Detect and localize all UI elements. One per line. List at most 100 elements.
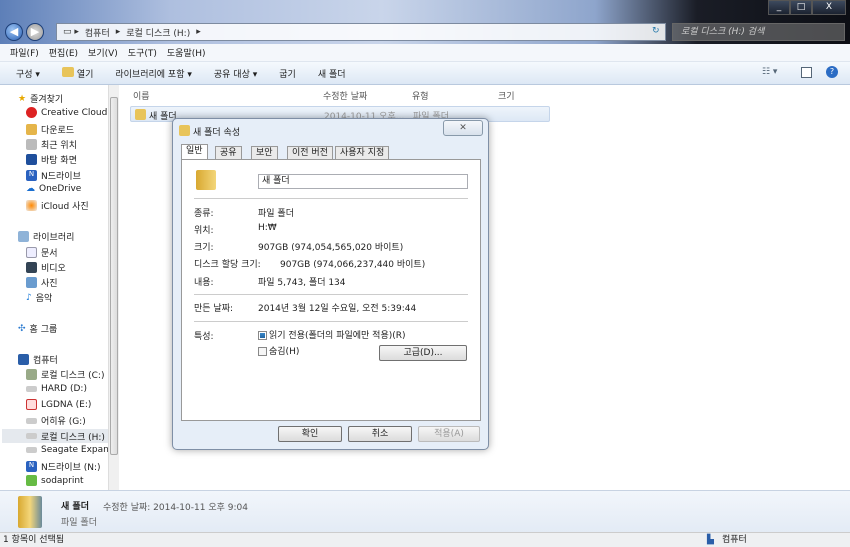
readonly-checkbox[interactable]: 읽기 전용(폴더의 파일에만 적용)(R) [258,328,406,341]
drive-icon [26,369,37,380]
nav-computer[interactable]: 컴퓨터 [18,353,58,366]
hidden-checkbox[interactable]: 숨김(H) [258,344,299,357]
menu-view[interactable]: 보기(V) [88,46,118,59]
forward-button[interactable]: ▶ [26,23,44,41]
status-bar: 1 항목이 선택됨 ▙ 컴퓨터 [0,532,850,547]
details-type: 파일 폴더 [61,518,97,528]
creative-cloud-icon [26,107,37,118]
nav-item[interactable]: 로컬 디스크 (C:) [26,368,104,381]
nav-item[interactable]: N N드라이브 (N:) [26,460,101,473]
help-icon[interactable]: ? [826,66,838,78]
desktop-icon [26,154,37,165]
created-label: 만든 날짜: [194,304,234,314]
tab-previous-versions[interactable]: 이전 버전 [287,146,333,160]
tab-customize[interactable]: 사용자 지정 [335,146,390,160]
drive-icon: ▭ ▸ [63,27,79,37]
size-on-disk-value: 907GB (974,066,237,440 바이트) [280,260,426,270]
back-button[interactable]: ◀ [5,23,23,41]
minimize-button[interactable]: _ [768,0,790,15]
open-icon [61,66,74,77]
nav-item[interactable]: LGDNA (E:) [26,399,91,410]
search-input[interactable]: 로컬 디스크 (H:) 검색 [672,23,845,41]
downloads-icon [26,124,37,135]
cancel-button[interactable]: 취소 [348,426,412,442]
size-value: 907GB (974,054,565,020 바이트) [258,243,404,253]
nav-item[interactable]: Creative Cloud F [26,107,108,118]
preview-pane-icon[interactable] [801,67,812,78]
organize-button[interactable]: 구성 ▾ [16,67,40,80]
menu-file[interactable]: 파일(F) [10,46,39,59]
size-on-disk-label: 디스크 할당 크기: [194,260,261,270]
close-button[interactable]: X [812,0,846,15]
advanced-button[interactable]: 고급(D)... [379,345,467,361]
general-tab-panel: 새 폴더 종류: 파일 폴더 위치: H:₩ 크기: 907GB (974,054,5… [181,159,481,421]
details-pane: 새 폴더 수정한 날짜: 2014-10-11 오후 9:04 파일 폴더 [0,490,850,532]
address-bar[interactable]: ▭ ▸ 컴퓨터 ▸ 로컬 디스크 (H:) ▸ [56,23,666,41]
size-label: 크기: [194,243,214,253]
view-options-icon[interactable]: ☷ ▾ [762,67,777,77]
menu-edit[interactable]: 편집(E) [49,46,78,59]
nav-item[interactable]: ♪ 음악 [26,291,52,305]
nav-item[interactable]: HARD (D:) [26,384,87,394]
documents-icon [26,247,37,258]
type-label: 종류: [194,209,214,219]
attributes-label: 특성: [194,332,214,342]
column-name[interactable]: 이름 [133,89,150,102]
checkbox-indeterminate-icon [258,331,267,340]
icloud-photos-icon [26,200,37,211]
nav-homegroup[interactable]: ✣ 홈 그룹 [18,322,57,336]
details-modified: 수정한 날짜: 2014-10-11 오후 9:04 [103,503,248,513]
network-drive-icon [26,475,37,486]
properties-dialog: 새 폴더 속성 ✕ 일반 공유 보안 이전 버전 사용자 지정 새 폴더 종류:… [172,118,489,450]
refresh-icon[interactable]: ↻ [652,26,660,36]
nav-item[interactable]: Seagate Expansio [26,445,108,455]
nav-item[interactable]: N N드라이브 [26,169,81,182]
breadcrumb-computer[interactable]: 컴퓨터 [85,26,110,39]
dialog-close-button[interactable]: ✕ [443,120,483,136]
library-icon [18,231,29,242]
location-value: H:₩ [258,223,277,233]
nav-item[interactable]: 바탕 화면 [26,153,77,166]
computer-icon: ▙ [707,535,714,545]
nav-item[interactable]: sodaprint [26,475,84,486]
column-type[interactable]: 유형 [412,89,429,102]
removable-drive-icon [26,399,37,410]
status-selected: 1 항목이 선택됨 [3,535,65,545]
menu-tools[interactable]: 도구(T) [128,46,157,59]
folder-name-input[interactable]: 새 폴더 [258,174,468,189]
nav-libraries[interactable]: 라이브러리 [18,230,74,243]
open-button[interactable]: 열기 [61,66,93,80]
star-icon: ★ [18,93,27,104]
nav-item[interactable]: ☁ OneDrive [26,184,81,194]
menu-help[interactable]: 도움말(H) [167,46,206,59]
tab-security[interactable]: 보안 [251,146,278,160]
drive-icon [26,417,37,424]
ndrive-icon: N [26,170,37,181]
nav-favorites[interactable]: ★ 즐겨찾기 [18,92,63,106]
ok-button[interactable]: 확인 [278,426,342,442]
nav-item[interactable]: 비디오 [26,261,66,274]
breadcrumb-drive-h[interactable]: 로컬 디스크 (H:) [126,26,190,39]
column-size[interactable]: 크기 [498,89,515,102]
nav-item[interactable]: 최근 위치 [26,138,77,151]
maximize-button[interactable]: □ [790,0,812,15]
contains-value: 파일 5,743, 폴더 134 [258,278,346,288]
status-location: 컴퓨터 [722,535,747,545]
tab-sharing[interactable]: 공유 [215,146,242,160]
nav-item[interactable]: 문서 [26,246,58,259]
nav-scrollbar-thumb[interactable] [110,97,118,455]
burn-button[interactable]: 굽기 [279,67,296,80]
share-button[interactable]: 공유 대상 ▾ [214,67,257,80]
drive-icon [26,386,37,392]
include-library-button[interactable]: 라이브러리에 포함 ▾ [115,67,191,80]
homegroup-icon: ✣ [18,323,26,334]
nav-item[interactable]: 어히유 (G:) [26,414,86,427]
new-folder-button[interactable]: 새 폴더 [318,67,346,80]
nav-item[interactable]: 사진 [26,276,58,289]
nav-item-selected[interactable]: 로컬 디스크 (H:) [2,429,108,443]
nav-item[interactable]: iCloud 사진 [26,199,89,212]
recent-places-icon [26,139,37,150]
column-modified[interactable]: 수정한 날짜 [323,89,367,102]
apply-button[interactable]: 적용(A) [418,426,480,442]
nav-item[interactable]: 다운로드 [26,123,74,136]
